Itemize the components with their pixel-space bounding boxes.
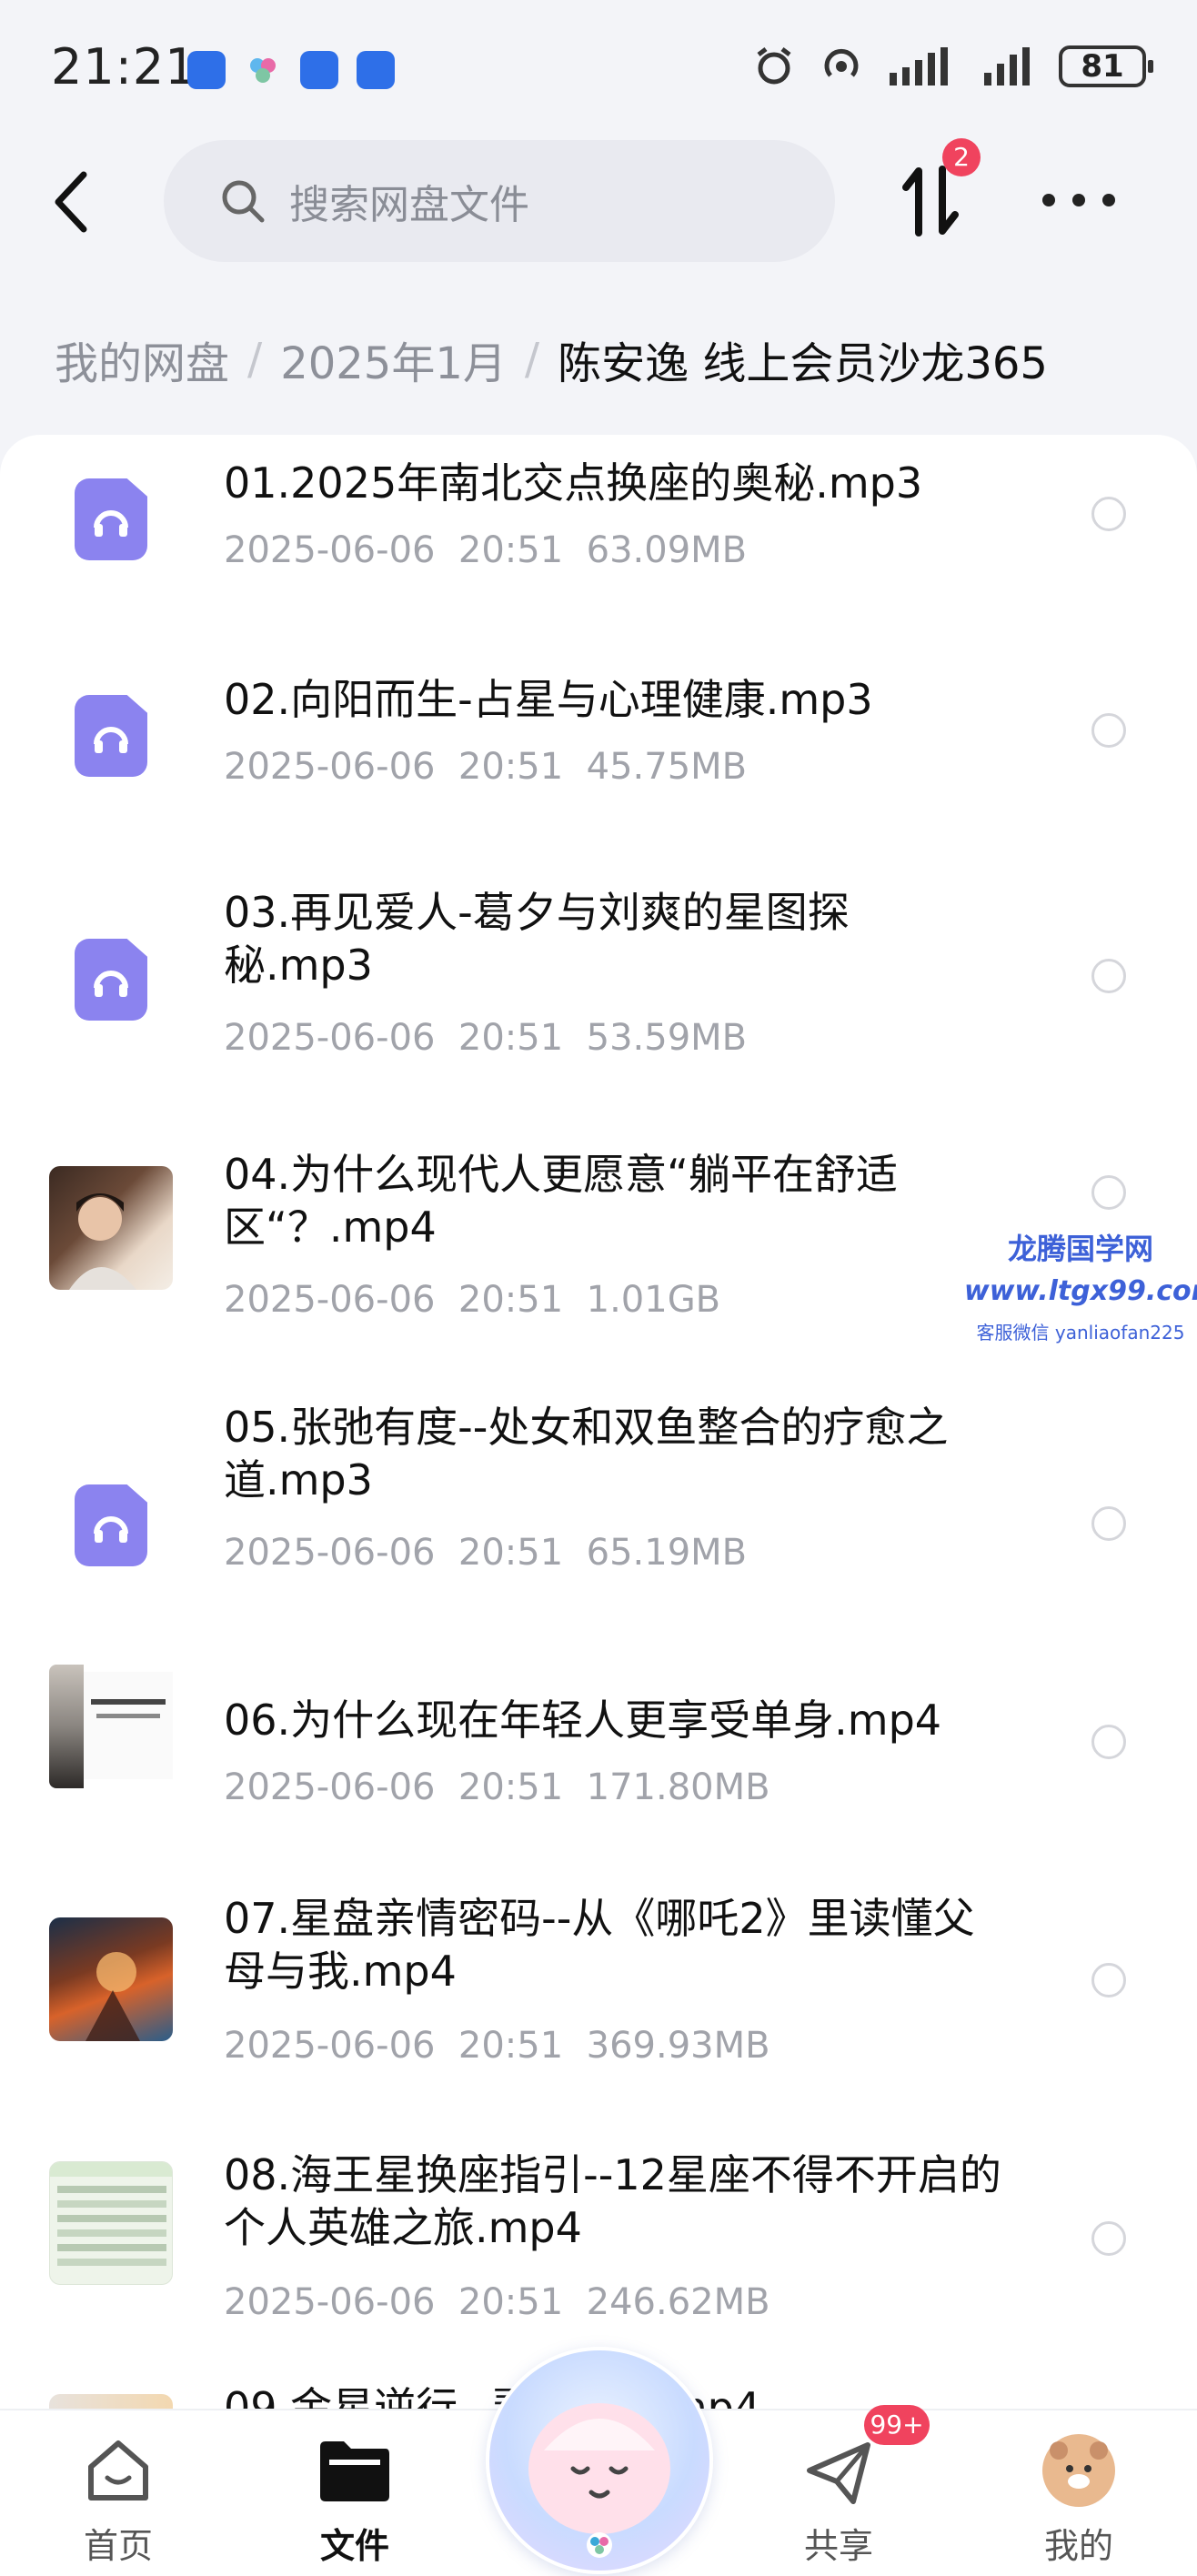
more-dot-icon <box>1102 194 1115 206</box>
search-icon <box>222 180 265 223</box>
transfer-count-badge: 2 <box>942 138 981 176</box>
file-meta: 2025-06-06 20:51 45.75MB <box>224 746 748 788</box>
alarm-icon <box>757 47 791 85</box>
status-indicators: 81 <box>753 45 1153 87</box>
bottom-nav: 首页 文件 共享 我的 <box>0 2347 1197 2576</box>
chevron-left-icon <box>55 171 87 233</box>
signal-icon <box>890 47 948 86</box>
select-radio[interactable] <box>1091 1175 1126 1210</box>
app-notification-icon <box>244 51 282 89</box>
status-time: 21:21 <box>51 38 197 96</box>
breadcrumb-level1[interactable]: 2025年1月 <box>280 327 507 391</box>
nav-home[interactable]: 首页 <box>27 2410 209 2576</box>
file-name: 03.再见爱人-葛夕与刘爽的星图探秘.mp3 <box>224 888 850 990</box>
mascot-icon <box>528 2403 670 2558</box>
file-browser-screen: 21:21 81 搜索网盘文件 2 我的网盘 / 2025年1月 / 陈安逸 线… <box>0 0 1197 2576</box>
watermark-line1: 龙腾国学网 <box>1007 1232 1153 1266</box>
breadcrumb: 我的网盘 / 2025年1月 / 陈安逸 线上会员沙龙365 <box>55 327 1048 391</box>
select-radio[interactable] <box>1091 497 1126 531</box>
file-name: 07.星盘亲情密码--从《哪吒2》里读懂父母与我.mp4 <box>224 1894 975 1996</box>
hotspot-icon <box>824 48 859 77</box>
share-paper-plane-icon <box>807 2442 870 2504</box>
select-radio[interactable] <box>1091 2221 1126 2256</box>
file-name: 05.张弛有度--处女和双鱼整合的疗愈之道.mp3 <box>224 1403 949 1504</box>
home-icon <box>88 2440 148 2501</box>
app-notification-icon <box>357 51 395 89</box>
avatar <box>1042 2434 1115 2507</box>
file-row[interactable]: 03.再见爱人-葛夕与刘爽的星图探秘.mp3 2025-06-06 20:51 … <box>0 868 1197 1139</box>
file-meta: 2025-06-06 20:51 53.59MB <box>224 1017 748 1059</box>
audio-file-icon <box>75 695 147 777</box>
file-name: 06.为什么现在年轻人更享受单身.mp4 <box>224 1696 942 1745</box>
file-row[interactable]: 05.张弛有度--处女和双鱼整合的疗愈之道.mp3 2025-06-06 20:… <box>0 1390 1197 1635</box>
file-row[interactable]: 01.2025年南北交点换座的奥秘.mp3 2025-06-06 20:51 6… <box>0 435 1197 651</box>
signal-icon <box>984 47 1030 86</box>
file-meta: 2025-06-06 20:51 246.62MB <box>224 2281 770 2323</box>
file-meta: 2025-06-06 20:51 65.19MB <box>224 1532 748 1574</box>
file-meta: 2025-06-06 20:51 369.93MB <box>224 2025 770 2067</box>
file-meta: 2025-06-06 20:51 171.80MB <box>224 1766 770 1808</box>
search-input[interactable]: 搜索网盘文件 <box>164 140 835 262</box>
audio-file-icon <box>75 1484 147 1566</box>
watermark-line2: www.ltgx99.com <box>964 1275 1197 1307</box>
search-placeholder: 搜索网盘文件 <box>289 182 529 228</box>
breadcrumb-current: 陈安逸 线上会员沙龙365 <box>558 338 1048 389</box>
video-thumbnail <box>49 1166 173 1290</box>
nav-share-label: 共享 <box>803 2526 873 2566</box>
nav-files[interactable]: 文件 <box>264 2410 446 2576</box>
breadcrumb-separator: / <box>247 334 263 385</box>
breadcrumb-root[interactable]: 我的网盘 <box>55 327 229 391</box>
audio-file-icon <box>75 478 147 560</box>
file-name: 08.海王星换座指引--12星座不得不开启的个人英雄之旅.mp4 <box>224 2150 1001 2252</box>
select-radio[interactable] <box>1091 1963 1126 1997</box>
status-bar: 21:21 81 <box>0 0 1197 146</box>
more-dot-icon <box>1072 194 1085 206</box>
file-meta: 2025-06-06 20:51 63.09MB <box>224 529 748 571</box>
file-name: 01.2025年南北交点换座的奥秘.mp3 <box>224 458 923 508</box>
file-name: 04.为什么现代人更愿意“躺平在舒适区“？.mp4 <box>224 1150 898 1252</box>
more-options-button[interactable] <box>1042 182 1115 218</box>
video-thumbnail <box>49 2394 173 2409</box>
file-row[interactable]: 07.星盘亲情密码--从《哪吒2》里读懂父母与我.mp4 2025-06-06 … <box>0 1872 1197 2121</box>
video-thumbnail <box>49 1917 173 2041</box>
nav-mine-label: 我的 <box>1043 2526 1113 2566</box>
file-meta: 2025-06-06 20:51 1.01GB <box>224 1279 721 1321</box>
file-row[interactable]: 08.海王星换座指引--12星座不得不开启的个人英雄之旅.mp4 2025-06… <box>0 2121 1197 2372</box>
folder-icon <box>320 2441 389 2501</box>
app-notification-icon <box>187 51 226 89</box>
battery-indicator: 81 <box>1059 45 1153 87</box>
nav-mine[interactable]: 我的 <box>988 2410 1170 2576</box>
nav-files-label: 文件 <box>319 2526 389 2566</box>
file-row[interactable]: 06.为什么现在年轻人更享受单身.mp4 2025-06-06 20:51 17… <box>0 1635 1197 1872</box>
video-thumbnail <box>49 2161 173 2285</box>
watermark-line3: 客服微信 yanliaofan225 <box>976 1322 1185 1343</box>
file-name: 02.向阳而生-占星与心理健康.mp3 <box>224 675 873 724</box>
select-radio[interactable] <box>1091 959 1126 993</box>
breadcrumb-separator: / <box>524 334 540 385</box>
app-notification-icon <box>300 51 338 89</box>
video-thumbnail-detail <box>84 1672 173 1779</box>
select-radio[interactable] <box>1091 713 1126 748</box>
select-radio[interactable] <box>1091 1725 1126 1759</box>
file-list: 01.2025年南北交点换座的奥秘.mp3 2025-06-06 20:51 6… <box>0 435 1197 2409</box>
nav-home-label: 首页 <box>83 2526 153 2566</box>
video-thumbnail <box>49 1665 84 1788</box>
audio-file-icon <box>75 939 147 1021</box>
back-button[interactable] <box>45 166 100 238</box>
select-radio[interactable] <box>1091 1506 1126 1541</box>
more-dot-icon <box>1042 194 1055 206</box>
watermark: 龙腾国学网 www.ltgx99.com 客服微信 yanliaofan225 <box>964 1226 1197 1344</box>
share-count-badge: 99+ <box>864 2405 930 2445</box>
file-row[interactable]: 02.向阳而生-占星与心理健康.mp3 2025-06-06 20:51 45.… <box>0 651 1197 868</box>
ai-assistant-button[interactable] <box>486 2347 713 2574</box>
